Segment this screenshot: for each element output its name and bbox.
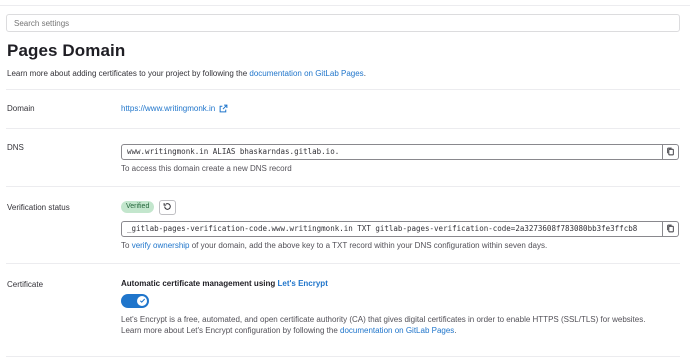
divider — [6, 263, 680, 264]
check-icon — [139, 297, 146, 306]
certificate-docs-link[interactable]: documentation on GitLab Pages — [340, 326, 454, 335]
copy-icon — [666, 224, 675, 235]
certificate-management-title: Automatic certificate management using L… — [121, 279, 328, 288]
verification-help-text: To verify ownership of your domain, add … — [121, 241, 547, 250]
lets-encrypt-link[interactable]: Let's Encrypt — [278, 279, 328, 288]
intro-text: Learn more about adding certificates to … — [7, 69, 366, 78]
certificate-description-line1: Let's Encrypt is a free, automated, and … — [121, 315, 646, 324]
toggle-knob — [137, 296, 147, 306]
divider — [6, 89, 680, 90]
verification-help-after: of your domain, add the above key to a T… — [191, 241, 548, 250]
domain-url-link[interactable]: https://www.writingmonk.in — [121, 104, 228, 113]
verification-record-field[interactable]: _gitlab-pages-verification-code.www.writ… — [121, 221, 663, 237]
certificate-description-line2-text: Learn more about Let's Encrypt configura… — [121, 326, 338, 335]
retry-icon — [163, 202, 172, 213]
divider — [6, 356, 680, 357]
certificate-description: Let's Encrypt is a free, automated, and … — [121, 314, 681, 336]
divider — [6, 128, 680, 129]
gitlab-pages-docs-link[interactable]: documentation on GitLab Pages — [249, 69, 363, 78]
domain-url-text: https://www.writingmonk.in — [121, 104, 216, 113]
certificate-label: Certificate — [7, 280, 44, 289]
verification-help-before: To — [121, 241, 130, 250]
certificate-description-line2: Learn more about Let's Encrypt configura… — [121, 325, 681, 336]
certificate-description-line2-end: . — [454, 326, 457, 335]
copy-verification-record-button[interactable] — [663, 221, 679, 237]
external-link-icon — [219, 104, 228, 113]
intro-text-end: . — [363, 69, 366, 78]
dns-record-field[interactable]: www.writingmonk.in ALIAS bhaskarndas.git… — [121, 144, 663, 160]
dns-label: DNS — [7, 143, 24, 152]
verify-ownership-link[interactable]: verify ownership — [132, 241, 190, 250]
copy-dns-record-button[interactable] — [663, 144, 679, 160]
search-settings-input[interactable] — [6, 14, 680, 32]
copy-icon — [666, 147, 675, 158]
dns-help-text: To access this domain create a new DNS r… — [121, 164, 292, 173]
intro-text-label: Learn more about adding certificates to … — [7, 69, 248, 78]
domain-label: Domain — [7, 104, 35, 113]
retry-verification-button[interactable] — [159, 200, 176, 215]
page-title: Pages Domain — [7, 41, 126, 60]
divider — [6, 186, 680, 187]
verification-status-label: Verification status — [7, 203, 70, 212]
certificate-title-text: Automatic certificate management using — [121, 279, 276, 288]
automatic-certificate-toggle[interactable] — [121, 294, 149, 308]
verified-status-badge: Verified — [121, 201, 155, 213]
top-bar — [0, 0, 690, 6]
